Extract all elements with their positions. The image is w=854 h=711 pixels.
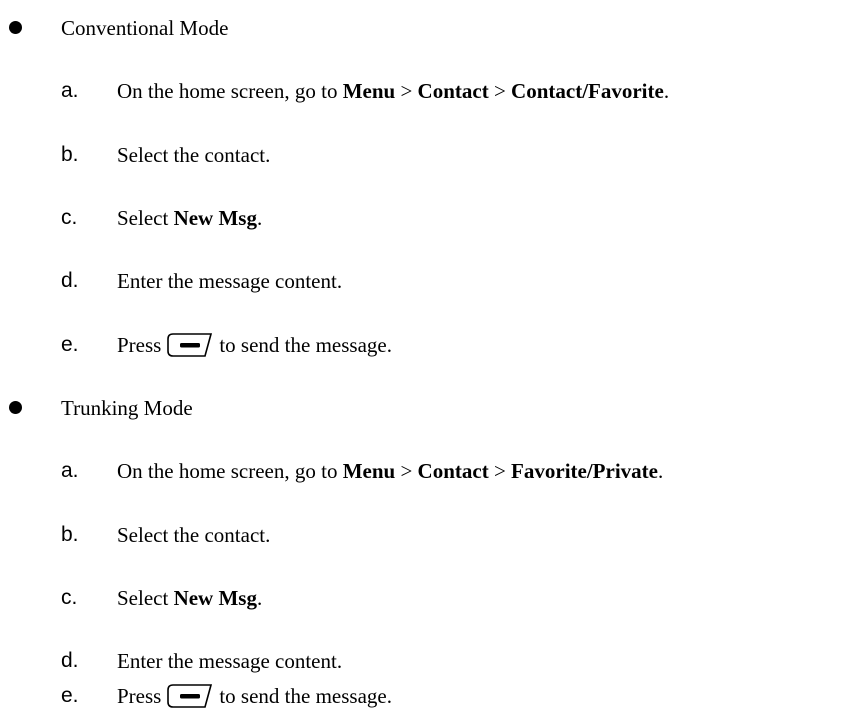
list-item: e. Press to send the message. [0,681,850,711]
step-text: Select the contact. [117,523,271,547]
step-letter: b. [61,523,79,546]
list-item: b. Select the contact. [0,520,850,550]
bullet-dot-icon [9,21,22,34]
minus-key-icon [167,684,213,708]
step-text: On the home screen, go to Menu > Contact… [117,459,664,483]
list-item: d. Enter the message content. [0,266,850,296]
step-letter: d. [61,269,79,292]
step-text: Enter the message content. [117,269,343,293]
step-text: Select the contact. [117,143,271,167]
list-item: b. Select the contact. [0,140,850,170]
step-letter: c. [61,586,78,609]
list-item: a. On the home screen, go to Menu > Cont… [0,76,850,106]
step-text: Select New Msg. [117,586,263,610]
step-letter: b. [61,143,79,166]
minus-key-icon [167,333,213,357]
step-letter: a. [61,459,79,482]
step-letter: e. [61,333,79,356]
step-text: Press to send the message. [117,684,392,708]
step-letter: d. [61,649,79,672]
list-item: a. On the home screen, go to Menu > Cont… [0,456,850,486]
step-text: On the home screen, go to Menu > Contact… [117,79,670,103]
section-conventional: Conventional Mode [0,13,840,43]
list-item: c. Select New Msg. [0,203,850,233]
list-item: e. Press to send the message. [0,330,850,360]
step-letter: a. [61,79,79,102]
step-text: Enter the message content. [117,649,343,673]
section-title: Conventional Mode [61,16,229,40]
section-title: Trunking Mode [61,396,193,420]
bullet-dot-icon [9,401,22,414]
section-trunking: Trunking Mode [0,393,840,423]
step-letter: e. [61,684,79,707]
list-item: c. Select New Msg. [0,583,850,613]
step-text: Press to send the message. [117,333,392,357]
list-item: d. Enter the message content. [0,646,850,676]
step-text: Select New Msg. [117,206,263,230]
step-letter: c. [61,206,78,229]
